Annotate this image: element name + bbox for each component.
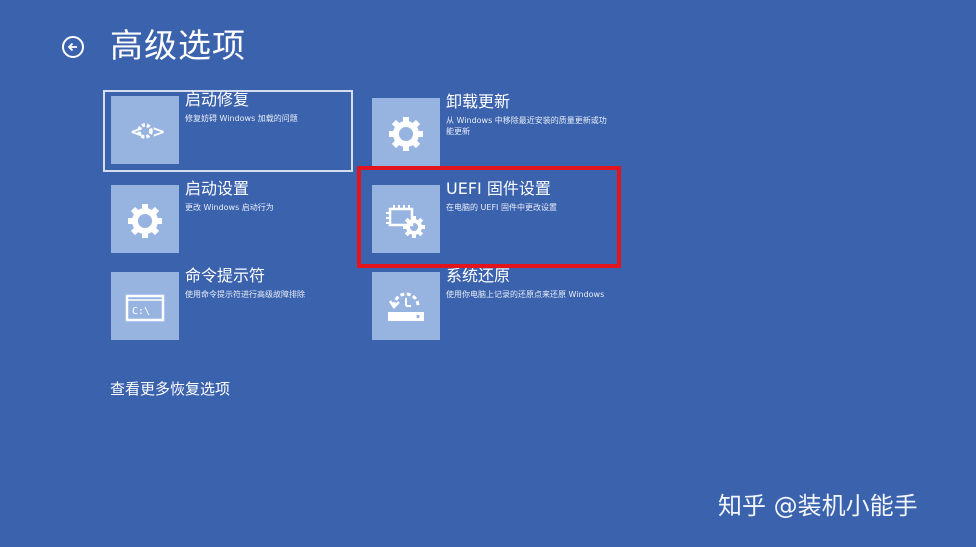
option-description: 修复妨碍 Windows 加载的问题 [185,114,298,123]
option-description: 更改 Windows 启动行为 [185,203,274,212]
startup-repair-icon: < > [111,96,179,164]
svg-text:<: < [130,122,143,141]
back-arrow-icon [67,42,77,52]
svg-text:>: > [152,122,165,141]
watermark: 知乎 @装机小能手 [718,492,918,520]
command-prompt-icon: C:\ [111,272,179,340]
option-uninstall-updates[interactable]: 卸载更新 从 Windows 中移除最近安装的质量更新或功能更新 [364,92,614,174]
option-description: 在电脑的 UEFI 固件中更改设置 [446,203,557,212]
svg-text:C:\: C:\ [132,306,150,317]
option-label: UEFI 固件设置 [446,179,551,198]
option-description: 使用命令提示符进行高级故障排除 [185,290,305,299]
option-label: 卸载更新 [446,92,511,111]
option-label: 系统还原 [446,266,511,285]
option-startup-settings[interactable]: 启动设置 更改 Windows 启动行为 [103,179,353,261]
firmware-chip-gear-icon [372,185,440,253]
gear-icon [111,185,179,253]
more-recovery-options-link[interactable]: 查看更多恢复选项 [110,379,230,399]
option-description: 从 Windows 中移除最近安装的质量更新或功能更新 [446,116,607,136]
option-label: 启动修复 [185,90,250,109]
option-startup-repair[interactable]: < > 启动修复 修复妨碍 Windows 加载的问题 [103,90,353,172]
back-button[interactable] [62,36,84,58]
option-system-restore[interactable]: 系统还原 使用你电脑上记录的还原点来还原 Windows [364,266,614,348]
option-command-prompt[interactable]: C:\ 命令提示符 使用命令提示符进行高级故障排除 [103,266,353,348]
gear-icon [372,98,440,166]
option-label: 启动设置 [185,179,250,198]
option-label: 命令提示符 [185,266,266,285]
option-description: 使用你电脑上记录的还原点来还原 Windows [446,290,605,299]
system-restore-icon [372,272,440,340]
option-uefi-firmware-settings[interactable]: UEFI 固件设置 在电脑的 UEFI 固件中更改设置 [364,179,614,261]
page-title: 高级选项 [110,26,246,65]
